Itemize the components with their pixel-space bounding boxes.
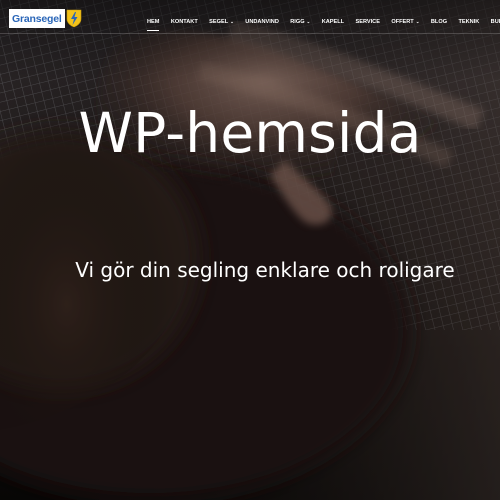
chevron-down-icon: ⌄ — [230, 19, 234, 24]
shield-lightning-icon — [66, 9, 81, 28]
nav-item-undanvind[interactable]: UNDANVIND — [245, 18, 279, 26]
nav-item-label: SEGEL — [209, 19, 229, 25]
nav-item-kontakt[interactable]: KONTAKT — [171, 18, 198, 26]
nav-item-label: RIGG — [290, 19, 305, 25]
nav-item-teknik[interactable]: TEKNIK — [458, 18, 479, 26]
nav-item-label: SERVICE — [355, 19, 380, 25]
nav-item-hem[interactable]: HEM — [147, 18, 160, 31]
nav-item-bullandö[interactable]: BULLANDÖ — [491, 18, 500, 26]
nav-item-service[interactable]: SERVICE — [355, 18, 379, 26]
site-header: Gransegel HEM KONTAKT SEGEL ⌄ UNDANVIND RIGG ⌄… — [0, 0, 500, 34]
nav-item-label: HEM — [147, 19, 160, 25]
nav-item-segel[interactable]: SEGEL ⌄ — [209, 18, 234, 26]
nav-item-offert[interactable]: OFFERT ⌄ — [391, 18, 419, 26]
hero-subtitle: Vi gör din segling enklare och roligare — [75, 258, 455, 282]
site-logo[interactable]: Gransegel — [9, 9, 85, 28]
main-navigation: HEM KONTAKT SEGEL ⌄ UNDANVIND RIGG ⌄ KAPELL SERV… — [147, 16, 500, 31]
nav-item-rigg[interactable]: RIGG ⌄ — [290, 18, 310, 26]
logo-wordmark: Gransegel — [9, 9, 65, 28]
nav-item-label: TEKNIK — [458, 19, 480, 25]
nav-item-label: KAPELL — [321, 19, 345, 25]
chevron-down-icon: ⌄ — [306, 19, 311, 24]
nav-item-label: UNDANVIND — [245, 19, 279, 25]
nav-item-label: KONTAKT — [170, 19, 198, 25]
nav-item-blog[interactable]: BLOG — [431, 18, 447, 26]
nav-item-label: BULLANDÖ — [490, 19, 500, 25]
page: Gransegel HEM KONTAKT SEGEL ⌄ UNDANVIND RIGG ⌄… — [0, 0, 500, 500]
hero-background-image — [0, 0, 500, 500]
nav-item-kapell[interactable]: KAPELL — [322, 18, 344, 26]
logo-text: Gransegel — [12, 12, 62, 25]
nav-item-label: OFFERT — [391, 19, 414, 25]
hero-title: WP-hemsida — [78, 101, 422, 165]
chevron-down-icon: ⌄ — [415, 19, 420, 24]
nav-item-label: BLOG — [430, 19, 448, 25]
